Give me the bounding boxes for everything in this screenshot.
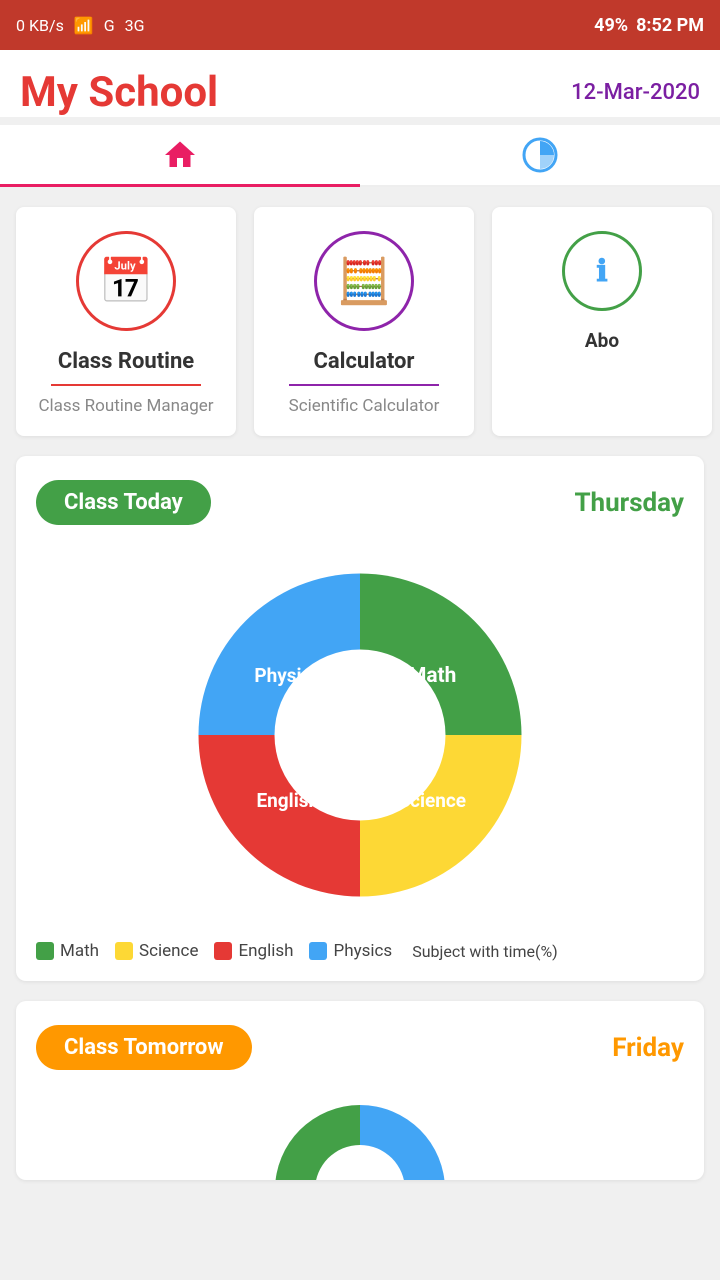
class-tomorrow-header: Class Tomorrow Friday [36, 1025, 684, 1070]
calculator-title: Calculator [313, 349, 414, 374]
signal-g: G [104, 16, 115, 35]
chart-icon [522, 137, 558, 173]
data-speed: 0 KB/s [16, 16, 64, 35]
tab-chart[interactable] [360, 125, 720, 185]
svg-text:Math: Math [408, 664, 456, 688]
about-icon-circle: ℹ [562, 231, 642, 311]
class-routine-divider [51, 384, 201, 386]
donut-chart-container: Math Science English Physics [36, 545, 684, 925]
class-routine-title: Class Routine [58, 349, 194, 374]
svg-text:English: English [256, 789, 319, 812]
class-today-day: Thursday [574, 488, 684, 518]
cards-row: 📅 Class Routine Class Routine Manager 🧮 … [0, 187, 720, 456]
battery-percent: 49% [594, 15, 628, 36]
science-dot [115, 942, 133, 960]
class-routine-icon: 📅 [99, 255, 154, 307]
calculator-icon-circle: 🧮 [314, 231, 414, 331]
class-tomorrow-section: Class Tomorrow Friday [16, 1001, 704, 1180]
tomorrow-donut-partial [210, 1090, 510, 1180]
status-right: 49% 8:52 PM [594, 15, 704, 36]
home-icon [162, 137, 198, 173]
status-left: 0 KB/s 📶 G 3G [16, 16, 145, 35]
class-routine-subtitle: Class Routine Manager [38, 396, 213, 416]
signal-icon: 📶 [74, 16, 94, 35]
science-label: Science [139, 941, 198, 961]
math-dot [36, 942, 54, 960]
calculator-subtitle: Scientific Calculator [289, 396, 440, 416]
signal-3g: 3G [125, 16, 145, 35]
app-title: My School [20, 68, 218, 117]
legend-note: Subject with time(%) [412, 942, 558, 961]
tabs [0, 125, 720, 187]
tomorrow-chart [36, 1090, 684, 1180]
card-calculator[interactable]: 🧮 Calculator Scientific Calculator [254, 207, 474, 436]
time: 8:52 PM [636, 15, 704, 36]
class-tomorrow-badge: Class Tomorrow [36, 1025, 252, 1070]
donut-chart: Math Science English Physics [170, 545, 550, 925]
calculator-divider [289, 384, 439, 386]
legend-english: English [214, 941, 293, 961]
legend-math: Math [36, 941, 99, 961]
class-today-badge: Class Today [36, 480, 211, 525]
physics-dot [309, 942, 327, 960]
status-bar: 0 KB/s 📶 G 3G 49% 8:52 PM [0, 0, 720, 50]
english-dot [214, 942, 232, 960]
calculator-icon: 🧮 [337, 255, 392, 307]
class-today-header: Class Today Thursday [36, 480, 684, 525]
class-routine-icon-circle: 📅 [76, 231, 176, 331]
legend: Math Science English Physics Subject wit… [36, 941, 684, 961]
header: My School 12-Mar-2020 [0, 50, 720, 117]
class-tomorrow-day: Friday [612, 1033, 684, 1063]
card-class-routine[interactable]: 📅 Class Routine Class Routine Manager [16, 207, 236, 436]
about-title: Abo [585, 329, 619, 352]
svg-text:Physics: Physics [254, 664, 321, 687]
math-label: Math [60, 941, 99, 961]
svg-text:Science: Science [398, 789, 466, 812]
legend-physics: Physics [309, 941, 392, 961]
class-today-section: Class Today Thursday Math Science Englis… [16, 456, 704, 981]
card-about[interactable]: ℹ Abo [492, 207, 712, 436]
tab-home[interactable] [0, 125, 360, 185]
header-date: 12-Mar-2020 [571, 80, 700, 105]
physics-label: Physics [333, 941, 392, 961]
legend-science: Science [115, 941, 198, 961]
about-icon: ℹ [596, 254, 607, 289]
english-label: English [238, 941, 293, 961]
